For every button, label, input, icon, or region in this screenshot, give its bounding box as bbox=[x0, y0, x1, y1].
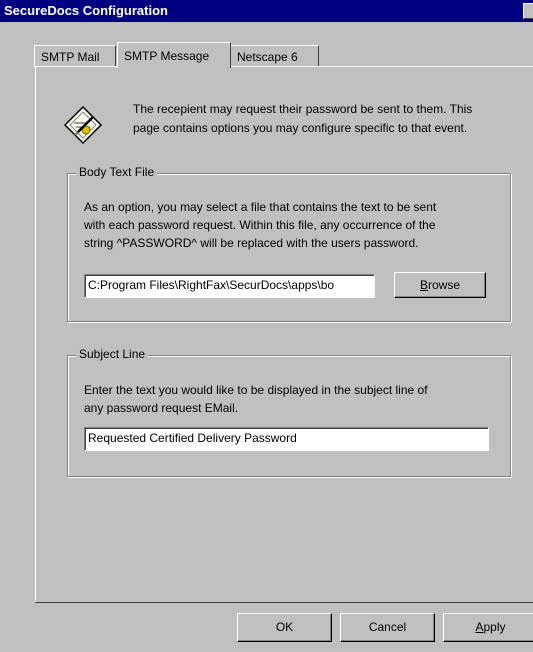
cancel-label: Cancel bbox=[368, 620, 407, 634]
ok-label: OK bbox=[275, 620, 294, 634]
body-text-file-group: Body Text File As an option, you may sel… bbox=[67, 165, 511, 322]
apply-label-rest: pply bbox=[483, 620, 506, 634]
intro-line: page contains options you may configure … bbox=[133, 121, 468, 135]
tab-label: Netscape 6 bbox=[237, 50, 298, 64]
description-line: Enter the text you would like to be disp… bbox=[84, 383, 428, 397]
group-caption: Body Text File bbox=[76, 165, 158, 179]
group-caption: Subject Line bbox=[76, 347, 149, 361]
divider bbox=[35, 602, 533, 603]
browse-mnemonic: B bbox=[419, 278, 428, 292]
tab-label: SMTP Message bbox=[124, 49, 210, 63]
description-line: string ^PASSWORD^ will be replaced with … bbox=[84, 236, 419, 250]
description-line: As an option, you may select a file that… bbox=[84, 200, 437, 214]
tab-smtp-mail[interactable]: SMTP Mail bbox=[34, 45, 116, 67]
apply-button[interactable]: Apply bbox=[443, 613, 533, 642]
close-button[interactable] bbox=[523, 3, 533, 19]
intro-line: The recepient may request their password… bbox=[133, 102, 473, 116]
tab-smtp-message[interactable]: SMTP Message bbox=[117, 42, 231, 68]
cancel-button[interactable]: Cancel bbox=[340, 613, 435, 642]
apply-mnemonic: A bbox=[475, 620, 484, 634]
body-text-file-description: As an option, you may select a file that… bbox=[84, 198, 504, 252]
certificate-pen-icon bbox=[63, 105, 103, 145]
intro-text: The recepient may request their password… bbox=[133, 100, 528, 138]
subject-line-group: Subject Line Enter the text you would li… bbox=[67, 347, 511, 477]
tab-panel bbox=[35, 66, 533, 603]
window-title: SecureDocs Configuration bbox=[4, 3, 168, 18]
subject-line-description: Enter the text you would like to be disp… bbox=[84, 381, 504, 417]
subject-line-input[interactable] bbox=[88, 431, 471, 445]
subject-line-field[interactable] bbox=[84, 427, 489, 451]
title-bar[interactable]: SecureDocs Configuration bbox=[0, 0, 533, 22]
ok-button[interactable]: OK bbox=[237, 613, 332, 642]
dialog-window: SecureDocs Configuration SMTP Mail SMTP … bbox=[0, 0, 533, 652]
browse-label-rest: rowse bbox=[428, 278, 461, 292]
body-file-path-input[interactable] bbox=[88, 278, 363, 292]
description-line: any password request EMail. bbox=[84, 401, 239, 415]
body-file-path-field[interactable] bbox=[84, 274, 375, 298]
tab-label: SMTP Mail bbox=[41, 50, 100, 64]
tab-netscape-6[interactable]: Netscape 6 bbox=[230, 45, 319, 67]
description-line: with each password request. Within this … bbox=[84, 218, 436, 232]
browse-button[interactable]: Browse bbox=[394, 272, 486, 298]
